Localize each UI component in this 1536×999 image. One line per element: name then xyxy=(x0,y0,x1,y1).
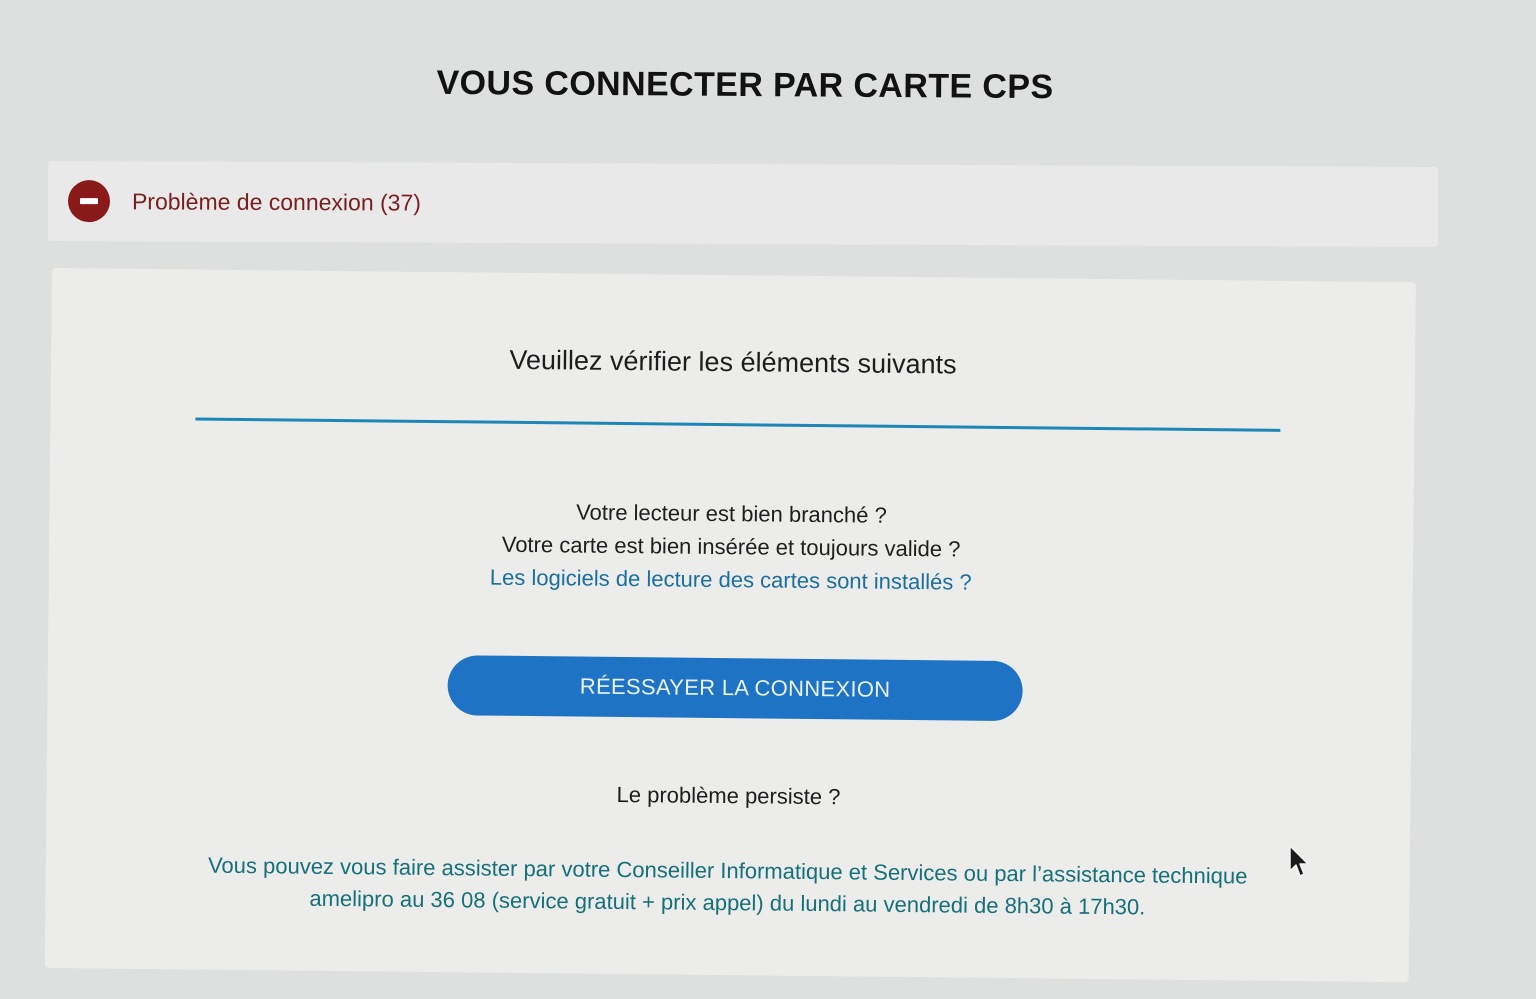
mouse-cursor-icon xyxy=(1289,845,1309,877)
error-alert: Problème de connexion (37) xyxy=(47,160,1439,248)
assistance-info: Vous pouvez vous faire assister par votr… xyxy=(207,852,1248,920)
card-heading: Veuillez vérifier les éléments suivants xyxy=(509,344,957,380)
page-title: VOUS CONNECTER PAR CARTE CPS xyxy=(436,63,1054,107)
no-entry-icon xyxy=(67,180,111,223)
check-list: Votre lecteur est bien branché ? Votre c… xyxy=(49,490,1414,603)
retry-connection-button[interactable]: RÉESSAYER LA CONNEXION xyxy=(447,655,1023,722)
verification-card: Veuillez vérifier les éléments suivants … xyxy=(44,268,1416,983)
persist-question: Le problème persiste ? xyxy=(616,781,841,810)
heading-divider xyxy=(195,417,1281,432)
error-message: Problème de connexion (37) xyxy=(131,187,422,216)
